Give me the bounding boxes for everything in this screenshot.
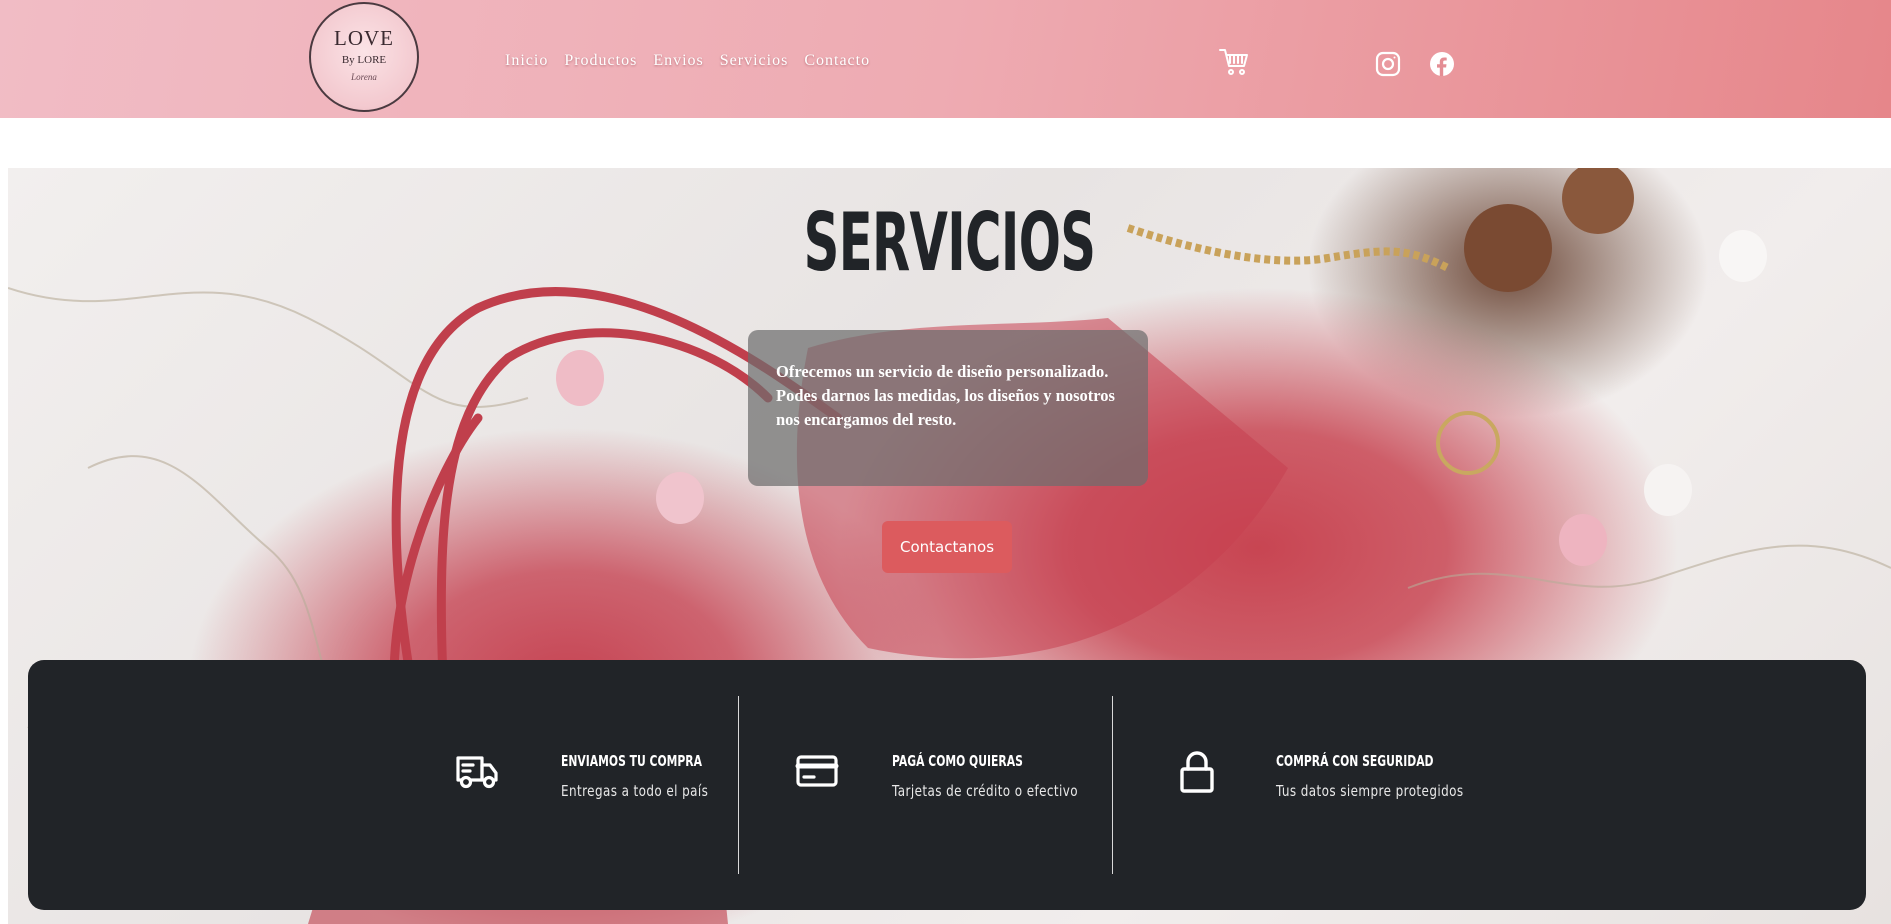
instagram-icon[interactable] [1375, 51, 1401, 77]
contact-button[interactable]: Contactanos [882, 521, 1012, 573]
main-nav: Inicio Productos Envios Servicios Contac… [505, 52, 886, 70]
service-description-card: Ofrecemos un servicio de diseño personal… [748, 330, 1148, 486]
logo-subtitle: By LORE [341, 54, 387, 66]
nav-item-productos[interactable]: Productos [564, 52, 637, 70]
lock-icon [1180, 751, 1214, 793]
brand-logo[interactable]: LOVE By LORE Lorena [309, 2, 419, 112]
logo-signature: Lorena [351, 72, 377, 82]
facebook-icon[interactable] [1429, 51, 1455, 77]
page-title: SERVICIOS [803, 196, 1096, 289]
nav-item-envios[interactable]: Envios [653, 52, 703, 70]
feature-title: ENVIAMOS TU COMPRA [561, 752, 702, 770]
nav-item-contacto[interactable]: Contacto [804, 52, 870, 70]
truck-icon [456, 756, 498, 789]
feature-subtitle: Tarjetas de crédito o efectivo [892, 782, 1078, 800]
nav-item-servicios[interactable]: Servicios [720, 52, 789, 70]
logo-wordmark: LOVE [334, 26, 394, 50]
service-description: Ofrecemos un servicio de diseño personal… [776, 362, 1115, 429]
site-header: LOVE By LORE Lorena Inicio Productos Env… [0, 0, 1891, 118]
feature-divider [1112, 696, 1113, 874]
features-bar: ENVIAMOS TU COMPRA Entregas a todo el pa… [28, 660, 1866, 910]
nav-item-inicio[interactable]: Inicio [505, 52, 548, 70]
feature-title: COMPRÁ CON SEGURIDAD [1276, 752, 1434, 770]
feature-title: PAGÁ COMO QUIERAS [892, 752, 1023, 770]
feature-subtitle: Entregas a todo el país [561, 782, 709, 800]
feature-divider [738, 696, 739, 874]
feature-subtitle: Tus datos siempre protegidos [1276, 782, 1464, 800]
credit-card-icon [795, 755, 839, 787]
cart-icon[interactable] [1218, 46, 1250, 78]
